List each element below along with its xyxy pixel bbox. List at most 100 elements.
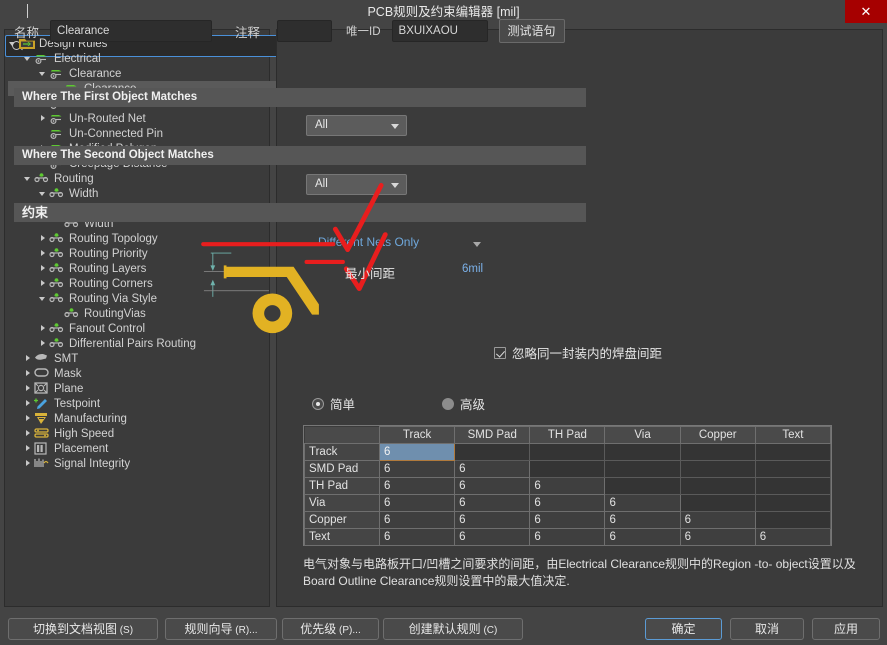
ok-button[interactable]: 确定: [645, 618, 722, 640]
table-row[interactable]: Text666666: [305, 529, 831, 546]
unique-id-field[interactable]: BXUIXAOU: [392, 20, 488, 42]
priority-button[interactable]: 优先级 (P)...: [282, 618, 379, 640]
chevron-right-icon[interactable]: [38, 323, 49, 334]
apply-button[interactable]: 应用: [812, 618, 880, 640]
matrix-cell[interactable]: 6: [455, 495, 530, 512]
checkbox-icon[interactable]: [494, 347, 506, 359]
matrix-cell[interactable]: 6: [530, 478, 605, 495]
matrix-cell[interactable]: [530, 444, 605, 461]
matrix-row-header[interactable]: Copper: [305, 512, 380, 529]
matrix-cell[interactable]: 6: [605, 495, 680, 512]
comment-field[interactable]: [277, 20, 332, 42]
matrix-cell[interactable]: [680, 478, 755, 495]
matrix-cell[interactable]: 6: [680, 529, 755, 546]
chevron-right-icon[interactable]: [23, 353, 34, 364]
chevron-right-icon[interactable]: [23, 383, 34, 394]
chevron-down-icon: [391, 183, 399, 188]
chevron-right-icon[interactable]: [38, 233, 49, 244]
matrix-row-header[interactable]: SMD Pad: [305, 461, 380, 478]
matrix-col-header[interactable]: Copper: [680, 427, 755, 444]
table-row[interactable]: TH Pad666: [305, 478, 831, 495]
matrix-cell[interactable]: 6: [530, 512, 605, 529]
matrix-row-header[interactable]: TH Pad: [305, 478, 380, 495]
net-scope-dropdown[interactable]: Different Nets Only: [318, 235, 488, 253]
matrix-cell[interactable]: 6: [530, 495, 605, 512]
chevron-down-icon[interactable]: [38, 188, 49, 199]
matrix-col-header[interactable]: TH Pad: [530, 427, 605, 444]
matrix-cell[interactable]: [680, 495, 755, 512]
matrix-cell[interactable]: 6: [455, 478, 530, 495]
chevron-right-icon[interactable]: [38, 263, 49, 274]
table-row[interactable]: Copper66666: [305, 512, 831, 529]
matrix-cell[interactable]: 6: [380, 478, 455, 495]
matrix-cell[interactable]: [755, 478, 830, 495]
matrix-cell[interactable]: [455, 444, 530, 461]
chevron-down-icon[interactable]: [38, 68, 49, 79]
matrix-cell[interactable]: 6: [455, 461, 530, 478]
mode-simple-radio-row[interactable]: 简单: [312, 394, 355, 413]
create-default-rules-button[interactable]: 创建默认规则 (C): [383, 618, 523, 640]
chevron-right-icon[interactable]: [23, 368, 34, 379]
clearance-matrix[interactable]: TrackSMD PadTH PadViaCopperTextTrack6SMD…: [303, 425, 832, 546]
matrix-cell[interactable]: 6: [605, 529, 680, 546]
chevron-right-icon[interactable]: [23, 443, 34, 454]
rule-wizard-button[interactable]: 规则向导 (R)...: [165, 618, 277, 640]
table-row[interactable]: Track6: [305, 444, 831, 461]
matrix-cell[interactable]: [755, 461, 830, 478]
ignore-pad-clearance-checkbox-row[interactable]: 忽略同一封装内的焊盘间距: [494, 343, 662, 362]
chevron-right-icon[interactable]: [38, 278, 49, 289]
matrix-col-header[interactable]: Track: [380, 427, 455, 444]
matrix-cell[interactable]: 6: [680, 512, 755, 529]
chevron-down-icon[interactable]: [23, 173, 34, 184]
matrix-col-header[interactable]: Via: [605, 427, 680, 444]
min-clearance-value[interactable]: 6mil: [462, 263, 483, 275]
chevron-down-icon[interactable]: [38, 293, 49, 304]
matrix-cell[interactable]: 6: [605, 512, 680, 529]
matrix-col-header[interactable]: SMD Pad: [455, 427, 530, 444]
cancel-button[interactable]: 取消: [730, 618, 804, 640]
radio-icon-advanced[interactable]: [442, 398, 454, 410]
chevron-right-icon[interactable]: [38, 338, 49, 349]
matrix-cell[interactable]: 6: [380, 529, 455, 546]
switch-to-document-view-button[interactable]: 切换到文档视图 (S): [8, 618, 158, 640]
matrix-cell[interactable]: [680, 461, 755, 478]
matrix-row-header[interactable]: Text: [305, 529, 380, 546]
chevron-right-icon[interactable]: [23, 398, 34, 409]
table-row[interactable]: SMD Pad66: [305, 461, 831, 478]
chevron-down-icon[interactable]: [23, 53, 34, 64]
matrix-cell[interactable]: 6: [380, 495, 455, 512]
matrix-cell[interactable]: 6: [455, 529, 530, 546]
matrix-cell[interactable]: [755, 444, 830, 461]
button-label: 优先级: [300, 622, 336, 636]
table-row[interactable]: Via6666: [305, 495, 831, 512]
matrix-cell[interactable]: [605, 461, 680, 478]
matrix-cell[interactable]: 6: [380, 444, 455, 461]
matrix-cell[interactable]: 6: [380, 512, 455, 529]
matrix-cell[interactable]: [755, 512, 830, 529]
mode-advanced-radio-row[interactable]: 高级: [442, 394, 485, 413]
matrix-cell[interactable]: [605, 444, 680, 461]
matrix-cell[interactable]: [755, 495, 830, 512]
matrix-col-header[interactable]: Text: [755, 427, 830, 444]
chevron-right-icon[interactable]: [23, 458, 34, 469]
chevron-right-icon[interactable]: [38, 248, 49, 259]
close-icon[interactable]: ✕: [845, 0, 887, 23]
matrix-cell[interactable]: [530, 461, 605, 478]
matrix-cell[interactable]: [680, 444, 755, 461]
chevron-right-icon[interactable]: [23, 428, 34, 439]
first-object-scope-dropdown[interactable]: All: [306, 115, 407, 136]
matrix-cell[interactable]: 6: [530, 529, 605, 546]
chevron-right-icon[interactable]: [23, 413, 34, 424]
matrix-cell[interactable]: 6: [755, 529, 830, 546]
chevron-right-icon[interactable]: [38, 113, 49, 124]
name-field[interactable]: Clearance: [50, 20, 212, 42]
radio-icon-simple[interactable]: [312, 398, 324, 410]
matrix-row-header[interactable]: Via: [305, 495, 380, 512]
second-object-scope-dropdown[interactable]: All: [306, 174, 407, 195]
second-object-section-header: Where The Second Object Matches: [14, 146, 586, 165]
test-query-button[interactable]: 测试语句: [499, 19, 565, 43]
matrix-cell[interactable]: 6: [455, 512, 530, 529]
matrix-cell[interactable]: 6: [380, 461, 455, 478]
matrix-row-header[interactable]: Track: [305, 444, 380, 461]
matrix-cell[interactable]: [605, 478, 680, 495]
